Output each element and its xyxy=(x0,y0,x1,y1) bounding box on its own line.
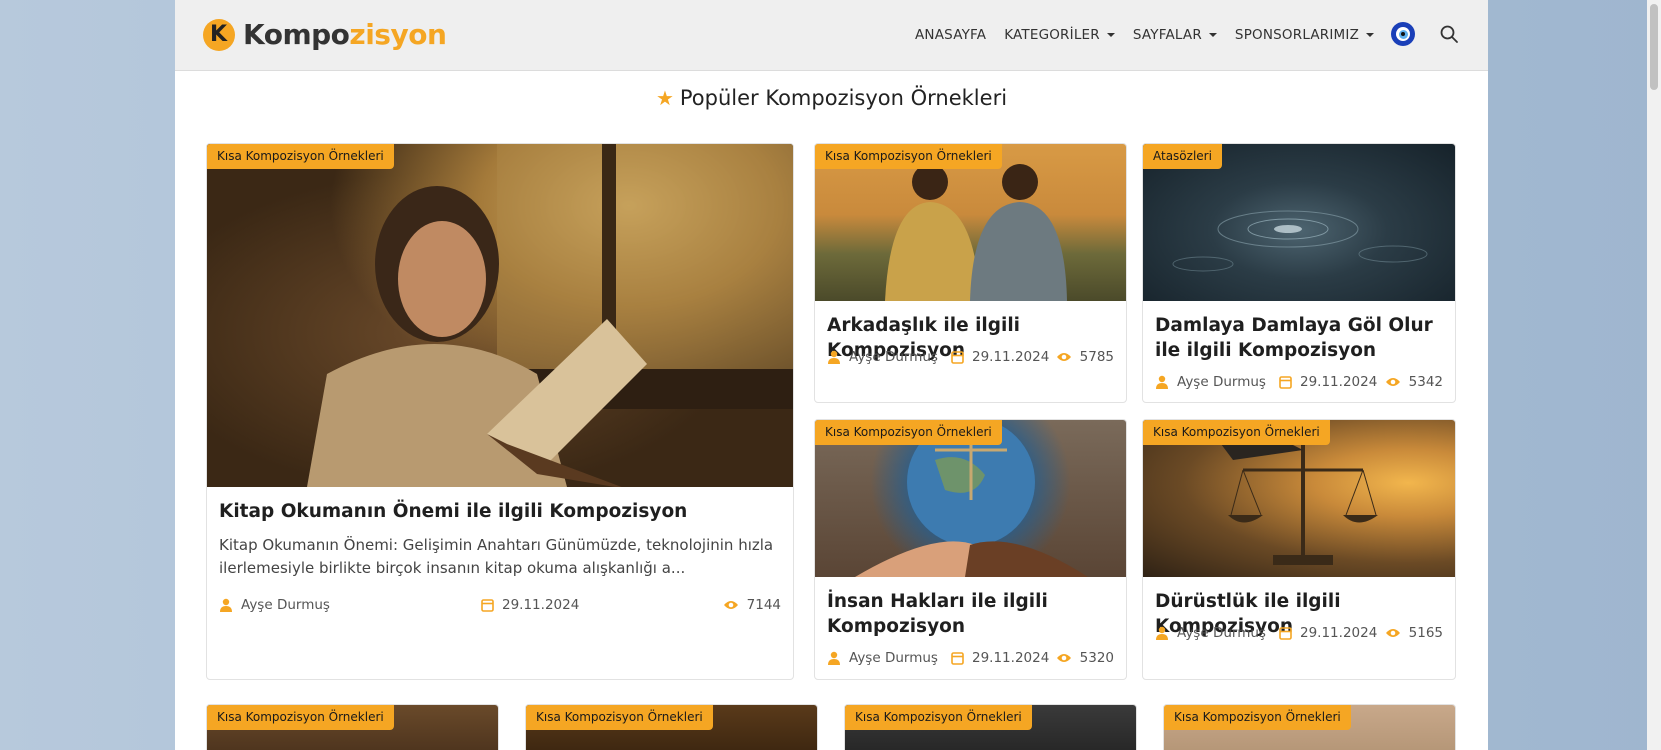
post-meta: Ayşe Durmuş 29.11.2024 5342 xyxy=(1155,374,1443,394)
section-title: ★ Popüler Kompozisyon Örnekleri xyxy=(655,86,1008,110)
main-nav: ANASAYFA KATEGORİLER SAYFALAR SPONSORLAR… xyxy=(915,0,1392,70)
category-badge[interactable]: Kısa Kompozisyon Örnekleri xyxy=(815,420,1002,445)
user-icon xyxy=(828,350,840,364)
calendar-icon xyxy=(1279,376,1292,389)
eye-icon xyxy=(723,601,738,609)
chevron-down-icon xyxy=(1106,33,1115,37)
reading-illustration xyxy=(307,144,793,489)
category-badge[interactable]: Kısa Kompozisyon Örnekleri xyxy=(207,705,394,730)
user-icon xyxy=(1156,375,1168,389)
calendar-icon xyxy=(1279,627,1292,640)
nazar-boncugu-icon[interactable] xyxy=(1391,22,1415,46)
post-meta: Ayşe Durmuş 29.11.2024 5785 xyxy=(827,349,1114,369)
date: 29.11.2024 xyxy=(481,597,579,613)
post-card[interactable]: Kısa Kompozisyon Örnekleri xyxy=(525,704,818,750)
category-badge[interactable]: Atasözleri xyxy=(1143,144,1222,169)
logo-text: Kompozisyon xyxy=(243,18,447,51)
nav-kategoriler[interactable]: KATEGORİLER xyxy=(1004,27,1115,43)
category-badge[interactable]: Kısa Kompozisyon Örnekleri xyxy=(1164,705,1351,730)
post-title[interactable]: Damlaya Damlaya Göl Olur ile ilgili Komp… xyxy=(1155,313,1443,363)
category-badge[interactable]: Kısa Kompozisyon Örnekleri xyxy=(1143,420,1330,445)
star-icon: ★ xyxy=(655,86,674,110)
post-excerpt: Kitap Okumanın Önemi: Gelişimin Anahtarı… xyxy=(219,536,774,577)
eye-icon xyxy=(1385,629,1400,637)
site-header: K Kompozisyon ANASAYFA KATEGORİLER SAYFA… xyxy=(175,0,1488,71)
category-badge[interactable]: Kısa Kompozisyon Örnekleri xyxy=(845,705,1032,730)
post-title[interactable]: Kitap Okumanın Önemi ile ilgili Kompozis… xyxy=(219,499,781,524)
post-card[interactable]: Kısa Kompozisyon Örnekleri Dürüstlük ile… xyxy=(1142,419,1456,680)
views: 7144 xyxy=(723,597,781,613)
chevron-down-icon xyxy=(1366,33,1375,37)
user-icon xyxy=(828,651,840,665)
calendar-icon xyxy=(951,652,964,665)
user-icon xyxy=(220,598,232,612)
post-title[interactable]: İnsan Hakları ile ilgili Kompozisyon xyxy=(827,589,1066,639)
user-icon xyxy=(1156,626,1168,640)
featured-post-card[interactable]: Kısa Kompozisyon Örnekleri Kitap Okumanı… xyxy=(206,143,794,680)
category-badge[interactable]: Kısa Kompozisyon Örnekleri xyxy=(207,144,394,169)
nav-sayfalar[interactable]: SAYFALAR xyxy=(1133,27,1217,43)
site-logo[interactable]: K Kompozisyon xyxy=(203,18,447,51)
post-image[interactable] xyxy=(207,144,793,489)
post-card[interactable]: Kısa Kompozisyon Örnekleri xyxy=(844,704,1137,750)
post-card[interactable]: Kısa Kompozisyon Örnekleri xyxy=(1163,704,1456,750)
search-icon xyxy=(1440,25,1458,43)
post-card[interactable]: Kısa Kompozisyon Örnekleri İnsan Hakları… xyxy=(814,419,1127,680)
eye-icon xyxy=(1056,353,1071,361)
scrollbar-thumb[interactable] xyxy=(1650,4,1658,90)
calendar-icon xyxy=(481,599,494,612)
nav-anasayfa[interactable]: ANASAYFA xyxy=(915,27,986,43)
page-container: K Kompozisyon ANASAYFA KATEGORİLER SAYFA… xyxy=(175,0,1488,750)
page-scrollbar[interactable] xyxy=(1647,0,1661,750)
category-badge[interactable]: Kısa Kompozisyon Örnekleri xyxy=(526,705,713,730)
author: Ayşe Durmuş xyxy=(219,597,330,613)
search-button[interactable] xyxy=(1439,24,1459,44)
post-meta: Ayşe Durmuş 29.11.2024 5165 xyxy=(1155,625,1443,645)
category-badge[interactable]: Kısa Kompozisyon Örnekleri xyxy=(815,144,1002,169)
logo-mark-icon: K xyxy=(203,18,235,51)
eye-icon xyxy=(1056,654,1071,662)
eye-icon xyxy=(1385,378,1400,386)
post-card[interactable]: Kısa Kompozisyon Örnekleri Arkadaşlık il… xyxy=(814,143,1127,403)
chevron-down-icon xyxy=(1208,33,1217,37)
post-meta: Ayşe Durmuş 29.11.2024 5320 xyxy=(827,650,1114,670)
post-card[interactable]: Kısa Kompozisyon Örnekleri xyxy=(206,704,499,750)
nav-sponsorlarimiz[interactable]: SPONSORLARIMIZ xyxy=(1235,27,1375,43)
post-meta: Ayşe Durmuş 29.11.2024 7144 xyxy=(219,597,781,617)
calendar-icon xyxy=(951,351,964,364)
post-card[interactable]: Atasözleri Damlaya Damlaya Göl Olur ile … xyxy=(1142,143,1456,403)
